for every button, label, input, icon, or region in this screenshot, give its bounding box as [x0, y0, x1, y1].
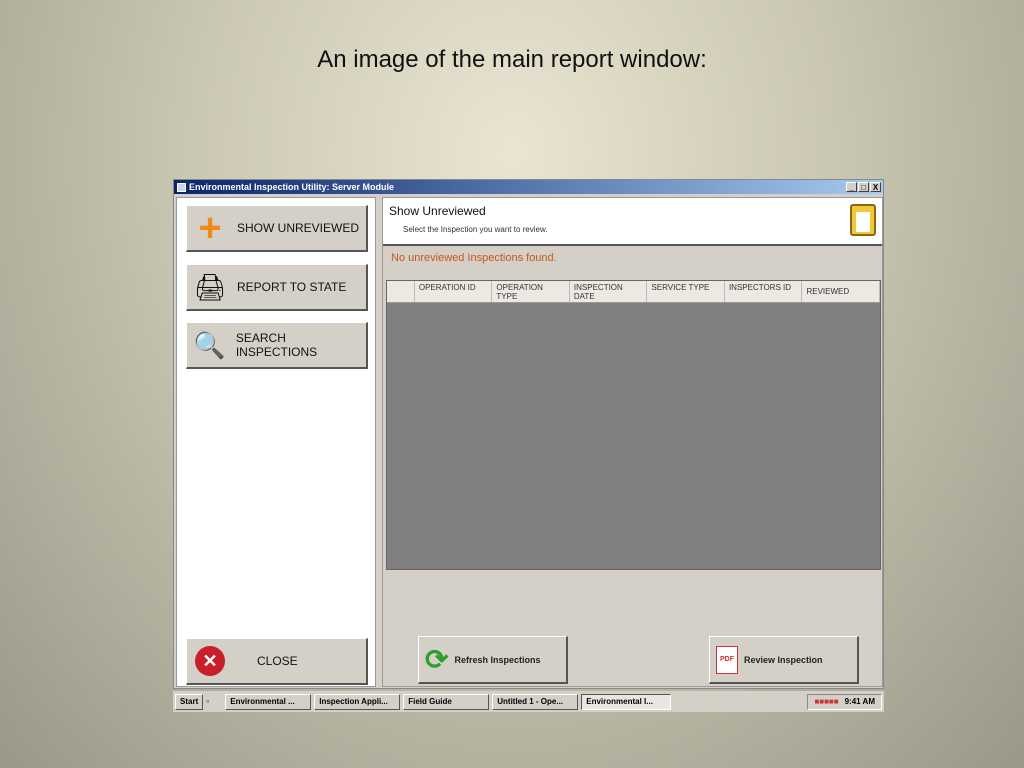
tray-icons[interactable]: ■■■■■ [814, 697, 838, 707]
column-header[interactable] [387, 281, 415, 302]
close-label: CLOSE [257, 654, 298, 668]
close-button[interactable]: ✕ CLOSE [186, 638, 368, 685]
printer-icon: 🖨 [193, 271, 227, 302]
close-window-button[interactable]: X [870, 182, 881, 192]
search-inspections-label: SEARCH INSPECTIONS [235, 331, 318, 359]
taskbar-item[interactable]: Untitled 1 - Ope... [492, 693, 579, 710]
sidebar: + SHOW UNREVIEWED 🖨 REPORT TO STATE 🔍 SE… [176, 197, 376, 687]
pdf-icon: PDF [716, 645, 738, 674]
clipboard-icon [850, 204, 876, 236]
clock: 9:41 AM [844, 696, 875, 706]
taskbar-item[interactable]: Field Guide [403, 693, 490, 710]
quicklaunch-icon[interactable]: ▫ [206, 697, 222, 706]
plus-icon: + [198, 205, 222, 250]
window-title: Environmental Inspection Utility: Server… [189, 182, 395, 192]
report-to-state-button[interactable]: 🖨 REPORT TO STATE [186, 264, 368, 311]
slide-caption: An image of the main report window: [317, 46, 707, 73]
maximize-button[interactable]: □ [858, 182, 869, 192]
review-label: Review Inspection [744, 654, 823, 665]
column-header[interactable]: SERVICE TYPE [647, 281, 725, 302]
panel-subtitle: Select the Inspection you want to review… [403, 225, 548, 234]
close-x-icon: ✕ [193, 646, 227, 676]
panel-header: Show Unreviewed Select the Inspection yo… [383, 198, 882, 246]
search-inspections-button[interactable]: 🔍 SEARCH INSPECTIONS [186, 322, 368, 369]
status-message: No unreviewed Inspections found. [391, 252, 557, 264]
column-header[interactable]: OPERATION ID [415, 281, 493, 302]
refresh-label: Refresh Inspections [454, 654, 541, 665]
start-button[interactable]: Start [175, 693, 204, 710]
taskbar: Start ▫ Environmental ... Inspection App… [173, 691, 884, 712]
magnifier-icon: 🔍 [193, 329, 226, 360]
title-bar: Environmental Inspection Utility: Server… [174, 180, 883, 194]
app-window: Environmental Inspection Utility: Server… [173, 179, 884, 689]
show-unreviewed-button[interactable]: + SHOW UNREVIEWED [186, 205, 368, 252]
show-unreviewed-label: SHOW UNREVIEWED [237, 221, 360, 235]
refresh-inspections-button[interactable]: ⟳ Refresh Inspections [418, 636, 568, 684]
inspections-grid[interactable]: OPERATION ID OPERATION TYPE INSPECTION D… [386, 280, 881, 570]
taskbar-item[interactable]: Environmental ... [225, 693, 312, 710]
review-inspection-button[interactable]: PDF Review Inspection [709, 636, 859, 684]
column-header[interactable]: OPERATION TYPE [492, 281, 570, 302]
refresh-icon: ⟳ [425, 644, 449, 675]
column-header[interactable]: INSPECTORS ID [725, 281, 803, 302]
panel-title: Show Unreviewed [389, 204, 486, 218]
report-to-state-label: REPORT TO STATE [237, 280, 347, 294]
system-tray: ■■■■■ 9:41 AM [807, 693, 882, 710]
minimize-button[interactable]: _ [846, 182, 857, 192]
grid-header: OPERATION ID OPERATION TYPE INSPECTION D… [387, 281, 880, 303]
main-panel: Show Unreviewed Select the Inspection yo… [382, 197, 883, 687]
column-header[interactable]: INSPECTION DATE [570, 281, 648, 302]
column-header[interactable]: REVIEWED [802, 281, 880, 302]
taskbar-item-active[interactable]: Environmental I... [581, 693, 672, 710]
taskbar-item[interactable]: Inspection Appli... [314, 693, 401, 710]
app-icon [177, 182, 186, 192]
